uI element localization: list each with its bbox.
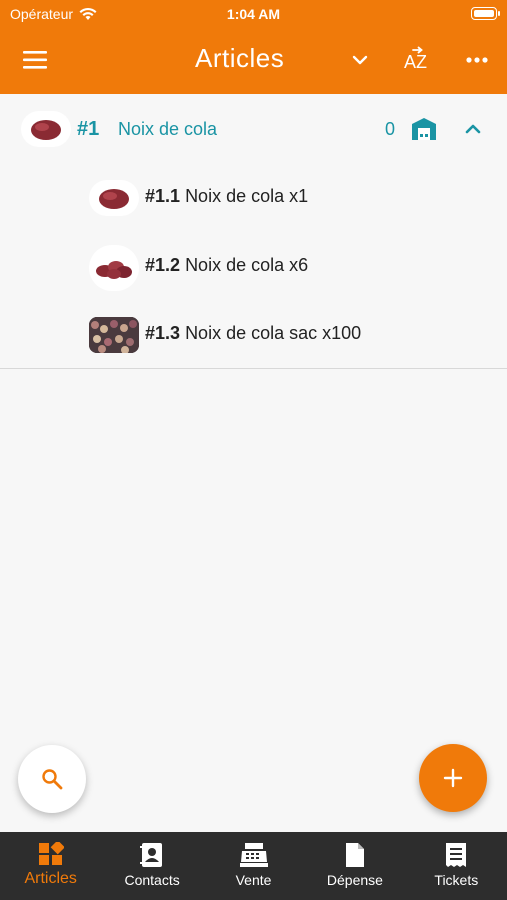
list-item[interactable]: #1.3 Noix de cola sac x100 (0, 305, 507, 365)
tab-depense[interactable]: Dépense (304, 832, 405, 900)
chevron-down-icon (352, 55, 368, 65)
receipt-icon (446, 843, 467, 867)
divider (0, 368, 507, 369)
cash-register-icon (239, 843, 268, 867)
item-label: #1.2 Noix de cola x6 (145, 255, 308, 276)
group-number: #1 (77, 118, 100, 140)
clock: 1:04 AM (226, 6, 281, 22)
kola-nut-bag-image (89, 317, 139, 353)
sort-az-icon: AZ (404, 46, 427, 72)
plus-icon (443, 768, 463, 788)
kola-nuts-image (96, 261, 132, 279)
item-thumbnail (89, 245, 139, 291)
tab-articles[interactable]: Articles (0, 832, 101, 900)
item-number: #1.1 (145, 186, 181, 206)
tab-tickets[interactable]: Tickets (406, 832, 507, 900)
add-article-button[interactable] (419, 744, 487, 812)
document-icon (345, 843, 364, 867)
item-name: Noix de cola x6 (185, 255, 309, 275)
sort-button[interactable]: AZ (398, 42, 438, 78)
list-item[interactable]: #1.1 Noix de cola x1 (0, 168, 507, 228)
search-icon (42, 769, 63, 790)
item-number: #1.2 (145, 255, 181, 275)
tab-label: Articles (24, 870, 77, 887)
item-thumbnail (89, 317, 139, 353)
group-name: Noix de cola (118, 119, 218, 139)
app-header: Opérateur 1:04 AM Articles AZ (0, 0, 507, 94)
item-label: #1.3 Noix de cola sac x100 (145, 323, 361, 344)
search-button[interactable] (18, 745, 86, 813)
tab-label: Contacts (124, 872, 180, 888)
more-icon (466, 57, 488, 63)
menu-icon (23, 51, 47, 69)
svg-text:AZ: AZ (404, 52, 427, 72)
battery-icon (471, 7, 500, 20)
more-button[interactable] (457, 42, 497, 78)
menu-button[interactable] (15, 42, 55, 78)
group-thumbnail (21, 111, 71, 147)
tab-label: Vente (235, 872, 272, 888)
item-name: Noix de cola x1 (185, 186, 309, 206)
group-count: 0 (385, 119, 396, 139)
tab-contacts[interactable]: Contacts (101, 832, 202, 900)
tab-vente[interactable]: Vente (203, 832, 304, 900)
kola-nut-image (99, 189, 129, 209)
contacts-icon (140, 843, 163, 867)
page-title: Articles (195, 43, 285, 73)
tab-label: Tickets (434, 872, 479, 888)
list-item[interactable]: #1.2 Noix de cola x6 (0, 237, 507, 297)
toolbar: Articles AZ (0, 28, 507, 94)
title-dropdown-button[interactable] (340, 42, 380, 78)
item-label: #1.1 Noix de cola x1 (145, 186, 308, 207)
item-name: Noix de cola sac x100 (185, 323, 362, 343)
item-number: #1.3 (145, 323, 181, 343)
tab-bar: Articles Contacts Vente Dépense Tickets (0, 832, 507, 900)
group-row[interactable]: #1 Noix de cola 0 (0, 96, 507, 162)
store-icon (412, 118, 436, 140)
collapse-button[interactable] (460, 118, 486, 140)
grid-icon (38, 842, 64, 865)
status-bar: Opérateur 1:04 AM (0, 0, 507, 28)
kola-nut-image (31, 120, 61, 140)
chevron-up-icon (465, 124, 481, 134)
store-button[interactable] (410, 116, 438, 142)
item-thumbnail (89, 180, 139, 216)
tab-label: Dépense (326, 872, 383, 888)
